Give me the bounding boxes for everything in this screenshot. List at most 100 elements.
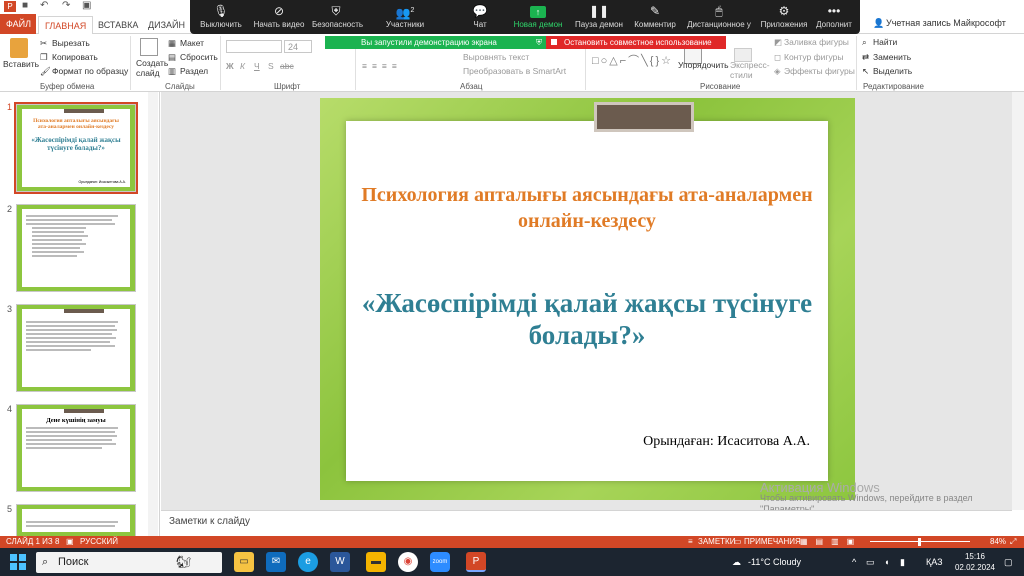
windows-start-icon[interactable]	[10, 554, 26, 570]
notes-icon[interactable]: ≡	[688, 536, 693, 548]
keyboard-language[interactable]: ҚАЗ	[926, 548, 943, 576]
shape-outline-button[interactable]: Контур фигуры	[784, 52, 843, 62]
taskbar-search[interactable]: ⌕ Поиск 🐿	[36, 552, 222, 573]
more-button[interactable]: ••• Дополнит	[812, 0, 856, 34]
redo-icon[interactable]: ↷	[62, 0, 70, 11]
weather-icon[interactable]: ☁	[732, 548, 741, 576]
align-buttons[interactable]: ≡≡≡≡	[362, 61, 402, 71]
paste-icon[interactable]	[10, 38, 28, 58]
zoom-app-icon[interactable]: zoom	[430, 552, 450, 572]
security-button[interactable]: ⛨ Безопасность	[312, 0, 363, 34]
font-size-input[interactable]: 24	[284, 40, 312, 53]
slide-thumbnail-4[interactable]: Дене күшінің замуы	[16, 404, 136, 492]
reset-button[interactable]: Сбросить	[180, 52, 218, 62]
weather-text[interactable]: -11°C Cloudy	[748, 548, 801, 576]
start-video-button[interactable]: ⊘ Начать видео	[248, 0, 310, 34]
shape-outline-icon[interactable]: ◻	[774, 52, 781, 63]
smartart-button[interactable]: Преобразовать в SmartArt	[463, 66, 566, 76]
cut-icon[interactable]: ✂	[40, 38, 47, 49]
thumbnails-scrollbar[interactable]	[148, 92, 158, 536]
copy-button[interactable]: Копировать	[52, 52, 98, 62]
view-buttons[interactable]: ▦▤▥▣	[800, 536, 862, 548]
italic-button[interactable]: К	[240, 61, 245, 71]
quick-styles-button[interactable]: Экспресс-стили	[730, 60, 770, 80]
pause-share-button[interactable]: ❚❚ Пауза демон	[570, 0, 628, 34]
font-name-input[interactable]	[226, 40, 282, 53]
arrange-button[interactable]: Упорядочить	[678, 60, 729, 70]
select-button[interactable]: Выделить	[873, 66, 912, 76]
canvas-scrollbar[interactable]	[1012, 92, 1024, 510]
slide-title[interactable]: Психология апталығы аясындағы ата-аналар…	[346, 182, 828, 234]
notes-pane[interactable]: Заметки к слайду	[161, 510, 1012, 536]
start-slideshow-icon[interactable]: ▣	[82, 0, 91, 11]
slide-thumbnail-5[interactable]	[16, 504, 136, 536]
shape-fill-icon[interactable]: ◩	[774, 37, 782, 48]
folder-icon[interactable]: ▬	[366, 552, 386, 572]
shape-fill-button[interactable]: Заливка фигуры	[784, 37, 849, 47]
undo-icon[interactable]: ↶	[40, 0, 48, 11]
chat-button[interactable]: 💬 Чат	[460, 0, 500, 34]
new-slide-button[interactable]: Создать слайд	[136, 58, 168, 78]
find-icon[interactable]: ⌕	[862, 37, 867, 48]
layout-icon[interactable]: ▦	[168, 38, 176, 49]
section-button[interactable]: Раздел	[180, 66, 208, 76]
copy-icon[interactable]: ❐	[40, 52, 48, 63]
new-slide-icon[interactable]	[140, 38, 158, 56]
format-painter-icon[interactable]: 🖌	[40, 66, 51, 77]
clock[interactable]: 15:16 02.02.2024	[954, 551, 996, 573]
tray-overflow-icon[interactable]: ^	[852, 548, 856, 576]
stop-share-button[interactable]: Остановить совместное использование	[546, 36, 726, 49]
cut-button[interactable]: Вырезать	[52, 38, 90, 48]
new-share-button[interactable]: ↑ Новая демон	[512, 0, 564, 34]
bold-button[interactable]: Ж	[226, 61, 234, 71]
language-indicator[interactable]: РУССКИЙ	[80, 536, 118, 548]
mail-icon[interactable]: ✉	[266, 552, 286, 572]
tab-insert[interactable]: ВСТАВКА	[92, 16, 144, 34]
word-icon[interactable]: W	[330, 552, 350, 572]
slide-thumbnail-2[interactable]	[16, 204, 136, 292]
notifications-icon[interactable]: ▢	[1004, 548, 1013, 576]
slide-thumbnail-3[interactable]	[16, 304, 136, 392]
chrome-icon[interactable]: ◉	[398, 552, 418, 572]
volume-icon[interactable]: ◖	[884, 548, 889, 576]
powerpoint-taskbar-icon[interactable]: P	[466, 552, 486, 572]
edge-icon[interactable]: e	[298, 552, 318, 572]
shape-effects-icon[interactable]: ◈	[774, 66, 781, 77]
battery-icon[interactable]: ▮	[900, 548, 905, 576]
account-name[interactable]: Учетная запись Майкрософт	[886, 18, 1006, 28]
fit-slide-icon[interactable]: ⤢	[1010, 536, 1016, 548]
paste-button[interactable]: Вставить	[3, 59, 39, 69]
mute-button[interactable]: 🎙 Выключить	[196, 0, 246, 34]
select-icon[interactable]: ↖	[862, 66, 869, 77]
notes-toggle[interactable]: ЗАМЕТКИ	[698, 536, 735, 548]
zoom-slider-thumb[interactable]	[918, 538, 921, 546]
slide-author[interactable]: Орындаған: Исаситова А.А.	[560, 434, 810, 450]
remote-control-button[interactable]: 🖱 Дистанционное у	[684, 0, 754, 34]
layout-button[interactable]: Макет	[180, 38, 204, 48]
align-text-button[interactable]: Выровнять текст	[463, 52, 529, 62]
replace-button[interactable]: Заменить	[873, 52, 911, 62]
underline-button[interactable]: Ч	[254, 61, 260, 71]
find-button[interactable]: Найти	[873, 37, 897, 47]
section-icon[interactable]: ▥	[168, 66, 176, 77]
replace-icon[interactable]: ⇄	[862, 52, 869, 63]
participants-button[interactable]: 👥2 Участники	[378, 0, 432, 34]
comments-icon[interactable]: ▭	[734, 536, 742, 548]
shape-effects-button[interactable]: Эффекты фигуры	[784, 66, 855, 76]
file-explorer-icon[interactable]: ▭	[234, 552, 254, 572]
tab-home[interactable]: ГЛАВНАЯ	[38, 16, 94, 34]
save-icon[interactable]: ■	[22, 0, 28, 11]
annotate-button[interactable]: ✎ Комментир	[630, 0, 680, 34]
strikethrough-button[interactable]: abc	[280, 61, 294, 71]
shapes-gallery[interactable]: □○△⌐⌒╲{}☆	[592, 52, 673, 68]
network-icon[interactable]: ▭	[866, 548, 875, 576]
reset-icon[interactable]: ▤	[168, 52, 176, 63]
zoom-level[interactable]: 84%	[990, 536, 1006, 548]
tab-file[interactable]: ФАЙЛ	[0, 14, 36, 34]
comments-toggle[interactable]: ПРИМЕЧАНИЯ	[744, 536, 801, 548]
shadow-button[interactable]: S	[268, 61, 274, 71]
tab-design[interactable]: ДИЗАЙН	[142, 16, 191, 34]
apps-button[interactable]: ⚙ Приложения	[758, 0, 810, 34]
spellcheck-icon[interactable]: ▣	[66, 536, 74, 548]
format-painter-button[interactable]: Формат по образцу	[52, 66, 128, 76]
